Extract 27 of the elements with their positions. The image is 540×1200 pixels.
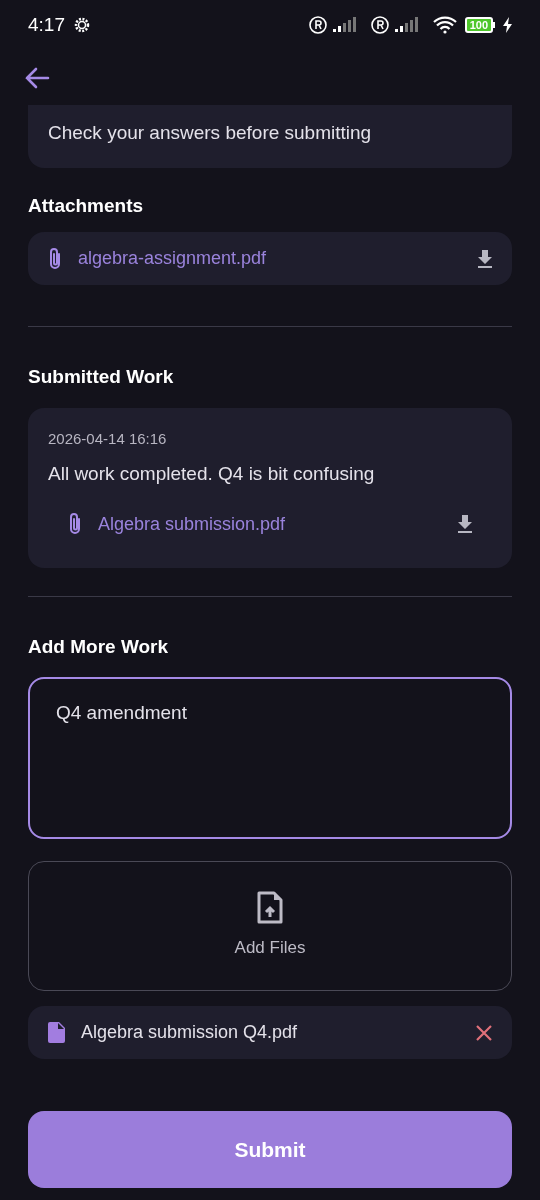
download-icon[interactable] bbox=[476, 248, 494, 269]
attachment-row[interactable]: algebra-assignment.pdf bbox=[28, 232, 512, 285]
gear-icon bbox=[73, 16, 91, 34]
section-title: Submitted Work bbox=[28, 365, 175, 389]
charging-icon bbox=[503, 17, 512, 33]
file-upload-icon bbox=[256, 891, 284, 926]
submission-comment: All work completed. Q4 is bit confusing bbox=[48, 462, 376, 486]
file-name: algebra-assignment.pdf bbox=[78, 247, 268, 270]
paperclip-icon bbox=[48, 246, 62, 271]
file-name: Algebra submission Q4.pdf bbox=[81, 1021, 299, 1044]
battery-icon: 100 bbox=[464, 17, 495, 33]
add-files-button[interactable]: Add Files bbox=[28, 861, 512, 991]
section-title: Add More Work bbox=[28, 634, 170, 659]
submission-timestamp: 2026-04-14 16:16 bbox=[48, 428, 168, 449]
document-icon bbox=[48, 1022, 65, 1043]
close-icon[interactable] bbox=[476, 1024, 492, 1041]
paperclip-icon bbox=[68, 512, 82, 536]
submit-button[interactable]: Submit bbox=[28, 1111, 512, 1188]
attachment-row[interactable]: Algebra submission.pdf bbox=[48, 510, 492, 538]
section-title: Attachments bbox=[28, 193, 145, 218]
wifi-icon bbox=[432, 16, 457, 34]
download-icon[interactable] bbox=[456, 514, 474, 534]
back-icon[interactable] bbox=[24, 66, 50, 89]
instruction-text: Check your answers before submitting bbox=[48, 121, 373, 145]
status-time: 4:17 bbox=[28, 12, 65, 37]
file-name: Algebra submission.pdf bbox=[98, 512, 287, 536]
work-text-field[interactable]: Q4 amendment bbox=[28, 677, 512, 839]
